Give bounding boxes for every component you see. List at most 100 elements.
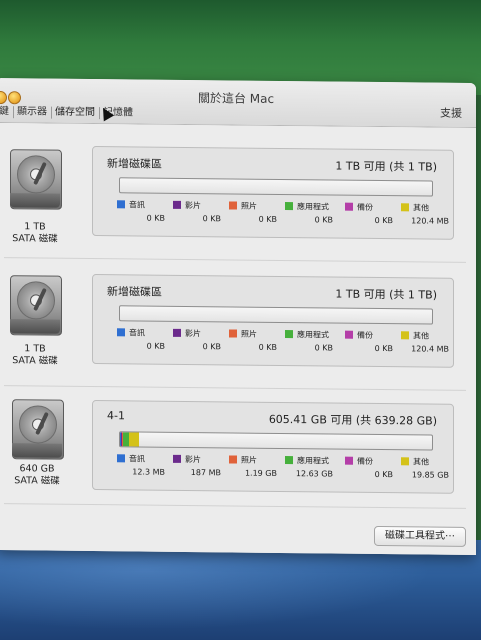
legend-value: 0 KB bbox=[258, 214, 277, 224]
legend-item-audio: 音訊 0 KB bbox=[109, 327, 169, 351]
legend-swatch bbox=[401, 457, 409, 466]
legend-item-backups: 備份 0 KB bbox=[337, 330, 397, 353]
volume-capacity: 1 TB 可用 (共 1 TB) bbox=[335, 287, 437, 302]
disk-size: 640 GB bbox=[19, 463, 55, 475]
legend-label: 音訊 bbox=[129, 328, 145, 338]
legend-item-audio: 音訊 12.3 MB bbox=[109, 453, 169, 477]
legend-swatch bbox=[285, 330, 293, 339]
legend-swatch bbox=[117, 200, 125, 209]
disk-2-panel: 新增磁碟區 1 TB 可用 (共 1 TB) 音訊 0 KB 影片 0 KB 照片 0 K… bbox=[92, 274, 454, 368]
divider bbox=[4, 257, 466, 263]
legend-label: 備份 bbox=[357, 456, 373, 466]
desktop-background-bottom bbox=[0, 540, 481, 640]
disk-2-label: 1 TB SATA 磁碟 bbox=[0, 343, 70, 368]
volume-name: 4-1 bbox=[107, 409, 125, 423]
help-link[interactable]: 支援 bbox=[440, 105, 462, 121]
disk-1-panel: 新增磁碟區 1 TB 可用 (共 1 TB) 音訊 0 KB 影片 0 KB 照片 0 K… bbox=[92, 146, 454, 240]
volume-capacity: 605.41 GB 可用 (共 639.28 GB) bbox=[268, 412, 437, 428]
volume-capacity: 1 TB 可用 (共 1 TB) bbox=[335, 159, 437, 174]
legend-swatch bbox=[285, 456, 293, 465]
volume-name: 新增磁碟區 bbox=[107, 157, 162, 171]
legend-item-other: 其他 19.85 GB bbox=[393, 456, 453, 480]
legend-swatch bbox=[173, 328, 181, 337]
legend-item-audio: 音訊 0 KB bbox=[109, 199, 169, 223]
legend-item-movies: 影片 0 KB bbox=[165, 200, 225, 223]
legend-value: 0 KB bbox=[314, 343, 333, 353]
legend-item-apps: 應用程式 12.63 GB bbox=[277, 455, 337, 479]
tab-storage[interactable]: 儲存空間 bbox=[52, 106, 100, 120]
legend-value: 12.63 GB bbox=[295, 469, 333, 479]
legend-swatch bbox=[117, 328, 125, 337]
legend-label: 備份 bbox=[357, 330, 373, 340]
legend-value: 0 KB bbox=[374, 215, 393, 226]
legend-item-apps: 應用程式 0 KB bbox=[277, 201, 337, 225]
legend-swatch bbox=[401, 331, 409, 340]
legend-value: 120.4 MB bbox=[411, 216, 449, 226]
legend-swatch bbox=[229, 455, 237, 464]
legend-label: 影片 bbox=[185, 454, 201, 465]
legend-value: 0 KB bbox=[374, 343, 393, 354]
legend-item-movies: 影片 0 KB bbox=[165, 328, 225, 351]
usage-bar bbox=[119, 305, 433, 325]
disk-1-label: 1 TB SATA 磁碟 bbox=[0, 221, 70, 246]
title-bar[interactable]: 關於這台 Mac 支援 鍵 顯示器 儲存空間 記憶體 bbox=[0, 78, 476, 129]
legend-label: 音訊 bbox=[129, 200, 145, 210]
tab-displays[interactable]: 顯示器 bbox=[14, 106, 52, 119]
legend-swatch bbox=[285, 202, 293, 211]
legend-label: 影片 bbox=[185, 328, 201, 339]
usage-legend: 音訊 0 KB 影片 0 KB 照片 0 KB 應用程式 0 KB 備份 0 KB 其他 120.4 … bbox=[109, 327, 449, 365]
legend-label: 其他 bbox=[413, 457, 429, 467]
legend-swatch bbox=[173, 200, 181, 209]
legend-item-backups: 備份 0 KB bbox=[337, 202, 397, 225]
legend-value: 187 MB bbox=[190, 468, 221, 478]
legend-value: 120.4 MB bbox=[411, 344, 449, 354]
legend-value: 0 KB bbox=[202, 214, 221, 224]
legend-label: 應用程式 bbox=[297, 456, 329, 466]
legend-swatch bbox=[345, 456, 353, 465]
disk-size: 1 TB bbox=[24, 343, 46, 355]
hard-drive-icon bbox=[8, 149, 62, 212]
legend-item-apps: 應用程式 0 KB bbox=[277, 329, 337, 353]
legend-label: 應用程式 bbox=[297, 202, 329, 212]
disk-type: SATA 磁碟 bbox=[12, 355, 58, 367]
legend-item-movies: 影片 187 MB bbox=[165, 454, 225, 477]
legend-value: 0 KB bbox=[202, 342, 221, 352]
toolbar-tabs: 鍵 顯示器 儲存空間 記憶體 bbox=[0, 105, 137, 120]
legend-item-other: 其他 120.4 MB bbox=[393, 330, 453, 354]
legend-label: 照片 bbox=[241, 201, 257, 211]
legend-value: 12.3 MB bbox=[132, 467, 165, 477]
legend-value: 0 KB bbox=[314, 215, 333, 225]
tab-overview[interactable]: 鍵 bbox=[0, 106, 14, 119]
legend-value: 0 KB bbox=[258, 342, 277, 352]
hard-drive-icon bbox=[10, 399, 64, 462]
legend-swatch bbox=[229, 329, 237, 338]
disk-3-panel: 4-1 605.41 GB 可用 (共 639.28 GB) 音訊 12.3 MB… bbox=[92, 400, 454, 494]
disk-type: SATA 磁碟 bbox=[12, 233, 58, 245]
legend-item-backups: 備份 0 KB bbox=[337, 456, 397, 479]
legend-swatch bbox=[173, 454, 181, 463]
legend-swatch bbox=[401, 203, 409, 212]
legend-swatch bbox=[117, 454, 125, 463]
legend-value: 0 KB bbox=[374, 469, 393, 480]
legend-swatch bbox=[229, 201, 237, 210]
usage-legend: 音訊 12.3 MB 影片 187 MB 照片 1.19 GB 應用程式 12.63 GB 備份… bbox=[109, 453, 449, 491]
disk-3-label: 640 GB SATA 磁碟 bbox=[2, 463, 72, 488]
disk-utility-button[interactable]: 磁碟工具程式⋯ bbox=[374, 525, 466, 547]
disk-size: 1 TB bbox=[24, 221, 46, 233]
legend-label: 照片 bbox=[241, 329, 257, 339]
legend-label: 照片 bbox=[241, 455, 257, 465]
storage-content: 1 TB SATA 磁碟 新增磁碟區 1 TB 可用 (共 1 TB) 音訊 0 … bbox=[0, 123, 476, 556]
legend-label: 音訊 bbox=[129, 454, 145, 464]
legend-value: 1.19 GB bbox=[244, 468, 277, 478]
legend-label: 應用程式 bbox=[297, 330, 329, 340]
about-this-mac-window: 關於這台 Mac 支援 鍵 顯示器 儲存空間 記憶體 1 TB SATA 磁碟 … bbox=[0, 78, 476, 556]
volume-name: 新增磁碟區 bbox=[107, 285, 162, 299]
divider bbox=[4, 503, 466, 509]
legend-value: 0 KB bbox=[146, 213, 165, 223]
usage-legend: 音訊 0 KB 影片 0 KB 照片 0 KB 應用程式 0 KB 備份 0 KB 其他 120.4 … bbox=[109, 199, 449, 237]
legend-label: 其他 bbox=[413, 203, 429, 213]
legend-swatch bbox=[345, 202, 353, 211]
legend-label: 備份 bbox=[357, 202, 373, 212]
legend-value: 0 KB bbox=[146, 341, 165, 351]
divider bbox=[4, 385, 466, 391]
